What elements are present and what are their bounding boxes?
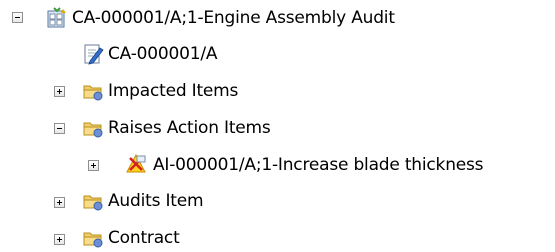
tree-node-label[interactable]: Impacted Items: [108, 81, 238, 101]
expand-toggle-impacted-items[interactable]: [54, 86, 65, 97]
folder-icon: [83, 122, 103, 138]
tree-node-label[interactable]: AI-000001/A;1-Increase blade thickness: [153, 155, 484, 175]
tree-node-label[interactable]: CA-000001/A: [108, 44, 218, 64]
change-object-icon: [47, 7, 66, 28]
folder-icon: [83, 195, 103, 211]
folder-icon: [83, 85, 103, 101]
collapse-toggle-raises-action-items[interactable]: [54, 123, 65, 134]
expand-toggle-contract[interactable]: [54, 234, 65, 245]
tree-node-label[interactable]: Audits Item: [108, 191, 204, 211]
action-item-icon: [126, 153, 146, 173]
expand-toggle-audits-item[interactable]: [54, 197, 65, 208]
tree-node-label[interactable]: Contract: [108, 228, 180, 248]
collapse-toggle-root[interactable]: [12, 12, 23, 23]
tree-node-label[interactable]: CA-000001/A;1-Engine Assembly Audit: [72, 8, 395, 28]
expand-toggle-action-item[interactable]: [88, 160, 99, 171]
tree-view: CA-000001/A;1-Engine Assembly Audit CA-0…: [0, 0, 555, 252]
folder-icon: [83, 232, 103, 248]
tree-node-label[interactable]: Raises Action Items: [108, 118, 271, 138]
revision-edit-icon: [84, 44, 104, 65]
